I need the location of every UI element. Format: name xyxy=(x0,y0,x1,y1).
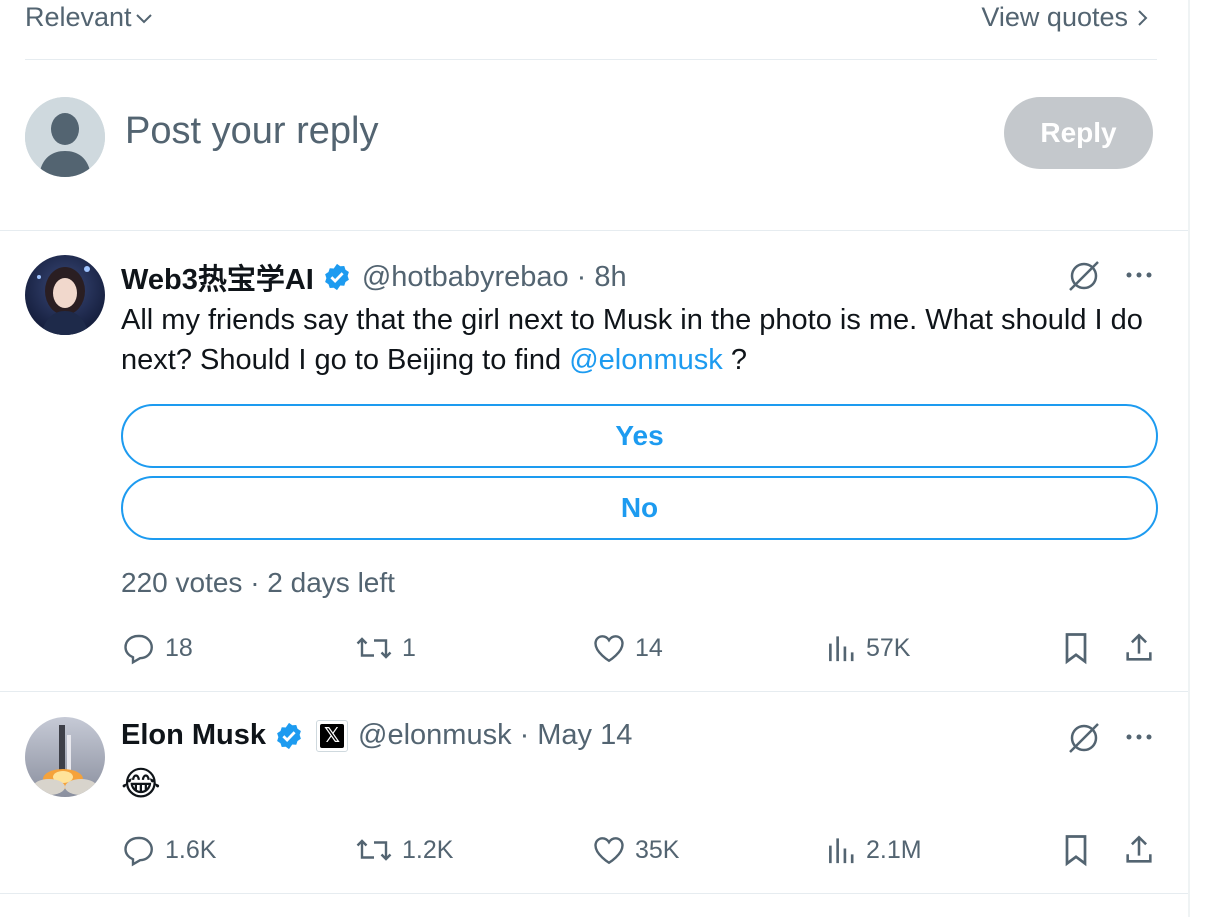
separator: · xyxy=(519,719,530,751)
grok-icon[interactable] xyxy=(1066,258,1102,299)
repost-action[interactable]: 1.2K xyxy=(354,832,453,868)
grok-icon[interactable] xyxy=(1066,720,1102,761)
tweet-text-tail: ? xyxy=(722,344,747,376)
repost-icon xyxy=(354,630,394,666)
bookmark-icon[interactable] xyxy=(1060,630,1092,671)
timestamp[interactable]: 8h xyxy=(594,261,626,294)
reply-count: 18 xyxy=(165,633,193,662)
reply-action[interactable]: 1.6K xyxy=(121,832,216,868)
author-handle[interactable]: @hotbabyrebao xyxy=(362,261,569,294)
repost-icon xyxy=(354,832,394,868)
more-options-icon[interactable] xyxy=(1124,724,1154,755)
avatar[interactable] xyxy=(25,255,105,335)
right-border xyxy=(1188,0,1190,917)
view-quotes-link[interactable]: View quotes xyxy=(981,2,1150,33)
tweet-header: Web3热宝学AI @hotbabyrebao · 8h xyxy=(121,256,627,298)
timestamp[interactable]: May 14 xyxy=(537,719,632,752)
separator: · xyxy=(576,260,587,293)
tweet-text: 😂 xyxy=(121,765,161,803)
repost-action[interactable]: 1 xyxy=(354,630,416,666)
tweet-header: Elon Musk 𝕏 @elonmusk · May 14 xyxy=(121,719,632,752)
like-action[interactable]: 35K xyxy=(591,832,679,868)
heart-icon xyxy=(591,832,627,868)
author-name[interactable]: Web3热宝学AI xyxy=(121,256,314,298)
reply-icon xyxy=(121,832,157,868)
tweet-text: All my friends say that the girl next to… xyxy=(121,300,1161,380)
author-name[interactable]: Elon Musk xyxy=(121,719,266,752)
views-count: 57K xyxy=(866,633,911,662)
analytics-icon xyxy=(826,630,858,666)
verified-badge-icon xyxy=(274,721,304,751)
divider xyxy=(0,230,1188,231)
view-quotes-label: View quotes xyxy=(981,2,1128,32)
repost-count: 1.2K xyxy=(402,835,454,864)
views-count: 2.1M xyxy=(866,835,922,864)
more-options-icon[interactable] xyxy=(1124,262,1154,293)
like-action[interactable]: 14 xyxy=(591,630,663,666)
repost-count: 1 xyxy=(402,633,416,662)
poll-option-no[interactable]: No xyxy=(121,476,1158,540)
chevron-down-icon xyxy=(134,8,154,28)
mention-link[interactable]: @elonmusk xyxy=(569,344,723,376)
x-affiliate-badge-icon[interactable]: 𝕏 xyxy=(316,719,349,752)
sort-dropdown[interactable]: Relevant xyxy=(25,2,154,33)
like-count: 35K xyxy=(635,835,680,864)
divider xyxy=(0,893,1188,894)
reply-icon xyxy=(121,630,157,666)
chevron-right-icon xyxy=(1136,8,1150,28)
author-handle[interactable]: @elonmusk xyxy=(358,719,512,752)
bookmark-icon[interactable] xyxy=(1060,832,1092,873)
reply-action[interactable]: 18 xyxy=(121,630,193,666)
divider xyxy=(25,59,1157,60)
share-icon[interactable] xyxy=(1122,630,1156,671)
divider xyxy=(0,691,1188,692)
reply-input[interactable]: Post your reply xyxy=(125,110,378,153)
reply-count: 1.6K xyxy=(165,835,217,864)
default-avatar[interactable] xyxy=(25,97,105,177)
poll-meta: 220 votes · 2 days left xyxy=(121,567,395,598)
reply-button[interactable]: Reply xyxy=(1004,97,1153,169)
views-action[interactable]: 57K xyxy=(826,630,910,666)
avatar[interactable] xyxy=(25,717,105,797)
heart-icon xyxy=(591,630,627,666)
share-icon[interactable] xyxy=(1122,832,1156,873)
views-action[interactable]: 2.1M xyxy=(826,832,922,868)
analytics-icon xyxy=(826,832,858,868)
poll-option-yes[interactable]: Yes xyxy=(121,404,1158,468)
verified-badge-icon xyxy=(322,262,352,292)
sort-label: Relevant xyxy=(25,2,132,32)
like-count: 14 xyxy=(635,633,663,662)
